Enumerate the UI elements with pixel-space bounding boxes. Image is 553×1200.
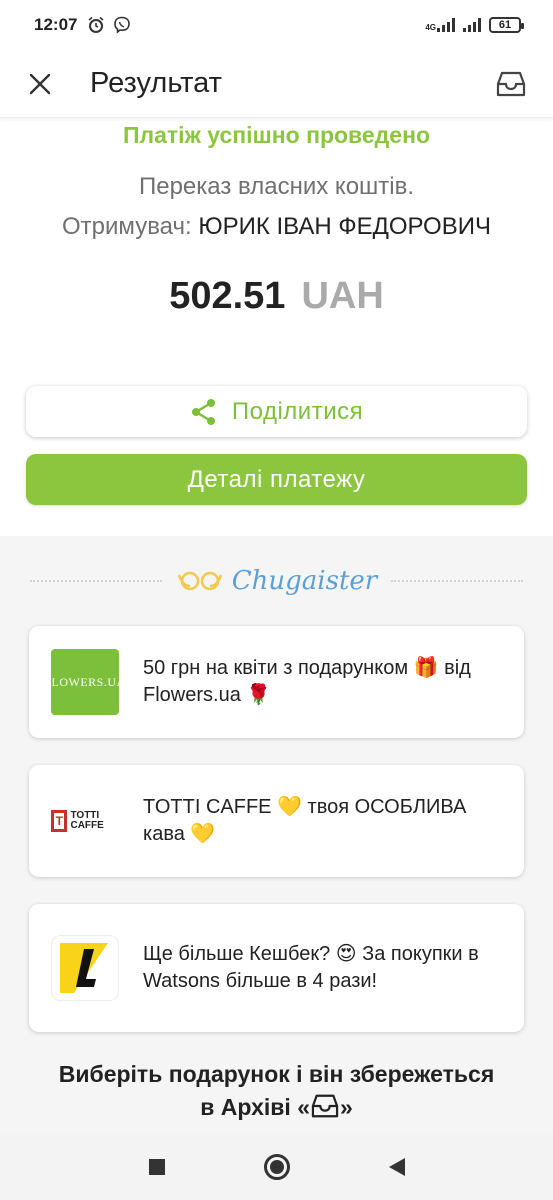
app-header: Результат: [0, 50, 553, 118]
share-label: Поділитися: [231, 397, 364, 425]
offer-text: 50 грн на квіти з подарунком 🎁 від Flowe…: [143, 657, 471, 706]
square-icon: [148, 1158, 165, 1175]
amount-currency: UAH: [301, 275, 384, 317]
share-button[interactable]: Поділитися: [26, 386, 527, 437]
offers-section: Chugaister FLOWERS.UA 50 грн на квіти з …: [0, 536, 553, 1133]
page-title: Результат: [90, 67, 222, 99]
payment-details-button[interactable]: Деталі платежу: [26, 454, 527, 505]
back-triangle-icon: [388, 1157, 405, 1176]
success-message: Платіж успішно проведено: [122, 122, 431, 148]
flowers-logo: FLOWERS.UA: [51, 649, 119, 715]
offer-text: Ще більше Кешбек? 😍 За покупки в Watsons…: [143, 943, 479, 992]
payment-details-label: Деталі платежу: [187, 465, 366, 493]
system-nav-bar: [0, 1133, 553, 1200]
recipient: Отримувач: ЮРИК ІВАН ФЕДОРОВИЧ: [0, 213, 553, 241]
archive-button[interactable]: [493, 66, 529, 102]
recipient-label: Отримувач:: [62, 213, 192, 240]
offer-text: TOTTI CAFFE 💛 твоя ОСОБЛИВА кава 💛: [143, 796, 467, 845]
offer-card-watsons[interactable]: Ще більше Кешбек? 😍 За покупки в Watsons…: [29, 904, 524, 1032]
gift-hint-line1: Виберіть подарунок і він збережеться: [58, 1061, 495, 1087]
gift-hint-line2: в Архіві «: [200, 1094, 310, 1120]
payment-result: Платіж успішно проведено Переказ власних…: [0, 118, 553, 318]
recent-apps-button[interactable]: [97, 1158, 217, 1175]
chugaister-header: Chugaister: [30, 556, 524, 606]
inbox-icon: [496, 71, 526, 96]
battery-icon: 61: [489, 17, 524, 33]
status-bar: 12:07 4G 61: [0, 0, 553, 50]
viber-icon: [114, 16, 131, 34]
gift-hint: Виберіть подарунок і він збережеться в А…: [0, 1058, 553, 1124]
cashback-logo: [51, 935, 119, 1001]
close-icon: [29, 73, 51, 94]
divider: [391, 580, 524, 582]
network-label: 4G: [425, 23, 436, 32]
alarm-icon: [88, 16, 104, 33]
close-button[interactable]: [24, 68, 56, 100]
recipient-name: ЮРИК ІВАН ФЕДОРОВИЧ: [198, 213, 491, 240]
offer-card-flowers[interactable]: FLOWERS.UA 50 грн на квіти з подарунком …: [29, 626, 524, 738]
signal-icon-2: [463, 18, 481, 32]
home-button[interactable]: [217, 1153, 337, 1180]
divider: [30, 580, 162, 582]
mustache-icon: [177, 571, 222, 591]
signal-icon: [437, 18, 455, 32]
inbox-icon: [311, 1094, 339, 1118]
share-icon: [191, 398, 215, 425]
offer-card-totti[interactable]: T TOTTI CAFFE TOTTI CAFFE 💛 твоя ОСОБЛИВ…: [29, 765, 524, 877]
chugaister-logo-text: Chugaister: [231, 566, 378, 596]
cashback-logo-icon: [60, 943, 108, 993]
back-button[interactable]: [337, 1157, 457, 1176]
status-time: 12:07: [34, 15, 78, 34]
gift-hint-close: »: [339, 1094, 353, 1120]
transfer-type: Переказ власних коштів.: [138, 173, 415, 200]
amount: 502.51 UAH: [0, 275, 553, 318]
totti-mark-icon: T: [51, 810, 68, 832]
amount-value: 502.51: [169, 275, 286, 317]
home-icon: [263, 1153, 290, 1180]
totti-logo: T TOTTI CAFFE: [51, 788, 119, 854]
